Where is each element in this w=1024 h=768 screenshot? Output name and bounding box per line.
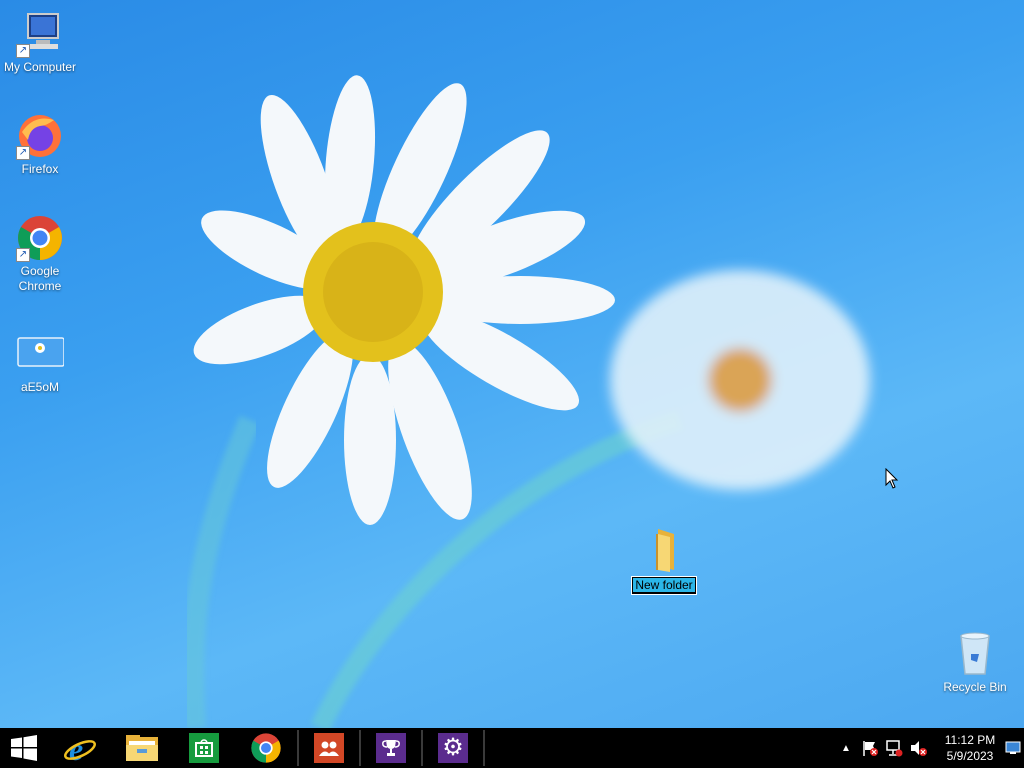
taskbar-store[interactable] bbox=[174, 728, 234, 768]
folder-icon bbox=[126, 735, 158, 761]
rename-textbox[interactable]: New folder bbox=[631, 576, 697, 595]
desktop-icon-firefox[interactable]: ↗ Firefox bbox=[0, 112, 80, 177]
action-center-flag-icon[interactable] bbox=[858, 728, 882, 768]
people-icon bbox=[314, 733, 344, 763]
taskbar-settings[interactable]: ⚙ bbox=[423, 728, 483, 768]
taskbar-clock[interactable]: 11:12 PM 5/9/2023 bbox=[938, 732, 1002, 764]
clock-date: 5/9/2023 bbox=[946, 749, 994, 763]
trophy-icon bbox=[376, 733, 406, 763]
desktop[interactable]: ↗ My Computer ↗ Firefox ↗ Google Chrome … bbox=[0, 0, 1024, 728]
desktop-icon-label: aE5oM bbox=[20, 380, 60, 394]
wallpaper bbox=[182, 75, 870, 728]
recycle-bin-icon bbox=[951, 630, 999, 678]
show-hidden-icons-chevron-icon[interactable]: ▲ bbox=[838, 728, 854, 768]
network-icon[interactable] bbox=[882, 728, 906, 768]
rename-text[interactable]: New folder bbox=[633, 578, 695, 592]
folder-icon bbox=[640, 526, 688, 574]
start-button[interactable] bbox=[0, 728, 48, 768]
desktop-icon-label: Google Chrome bbox=[18, 264, 62, 293]
desktop-icon-label: My Computer bbox=[3, 60, 77, 74]
gear-icon: ⚙ bbox=[438, 733, 468, 763]
show-desktop-icon[interactable] bbox=[1004, 728, 1022, 768]
taskbar-separator bbox=[483, 730, 485, 766]
taskbar-games[interactable] bbox=[361, 728, 421, 768]
desktop-icon-label: Firefox bbox=[21, 162, 59, 176]
clock-time: 11:12 PM bbox=[944, 733, 996, 747]
store-icon bbox=[189, 733, 219, 763]
volume-muted-icon[interactable] bbox=[906, 728, 930, 768]
firefox-icon: ↗ bbox=[16, 112, 64, 160]
desktop-icon-new-folder[interactable]: New folder bbox=[624, 526, 704, 595]
shortcut-arrow-icon: ↗ bbox=[16, 248, 30, 262]
desktop-icon-ae5om[interactable]: aE5oM bbox=[0, 330, 80, 395]
taskbar-google-chrome[interactable] bbox=[236, 728, 296, 768]
computer-icon: ↗ bbox=[16, 10, 64, 58]
taskbar-internet-explorer[interactable]: e bbox=[50, 728, 110, 768]
shortcut-arrow-icon: ↗ bbox=[16, 44, 30, 58]
chrome-icon: ↗ bbox=[16, 214, 64, 262]
desktop-icon-my-computer[interactable]: ↗ My Computer bbox=[0, 10, 80, 75]
mouse-cursor-icon bbox=[885, 468, 899, 489]
chrome-icon bbox=[251, 733, 281, 763]
shortcut-arrow-icon: ↗ bbox=[16, 146, 30, 160]
taskbar-file-explorer[interactable] bbox=[112, 728, 172, 768]
windows-logo-icon bbox=[11, 735, 37, 761]
image-file-icon bbox=[16, 330, 65, 378]
desktop-icon-recycle-bin[interactable]: Recycle Bin bbox=[935, 630, 1015, 695]
ie-icon: e bbox=[64, 731, 96, 765]
taskbar: e ⚙ ▲ 11:12 PM 5/9/2023 bbox=[0, 728, 1024, 768]
desktop-icon-google-chrome[interactable]: ↗ Google Chrome bbox=[0, 214, 80, 294]
desktop-icon-label: Recycle Bin bbox=[943, 680, 1007, 694]
taskbar-people[interactable] bbox=[299, 728, 359, 768]
